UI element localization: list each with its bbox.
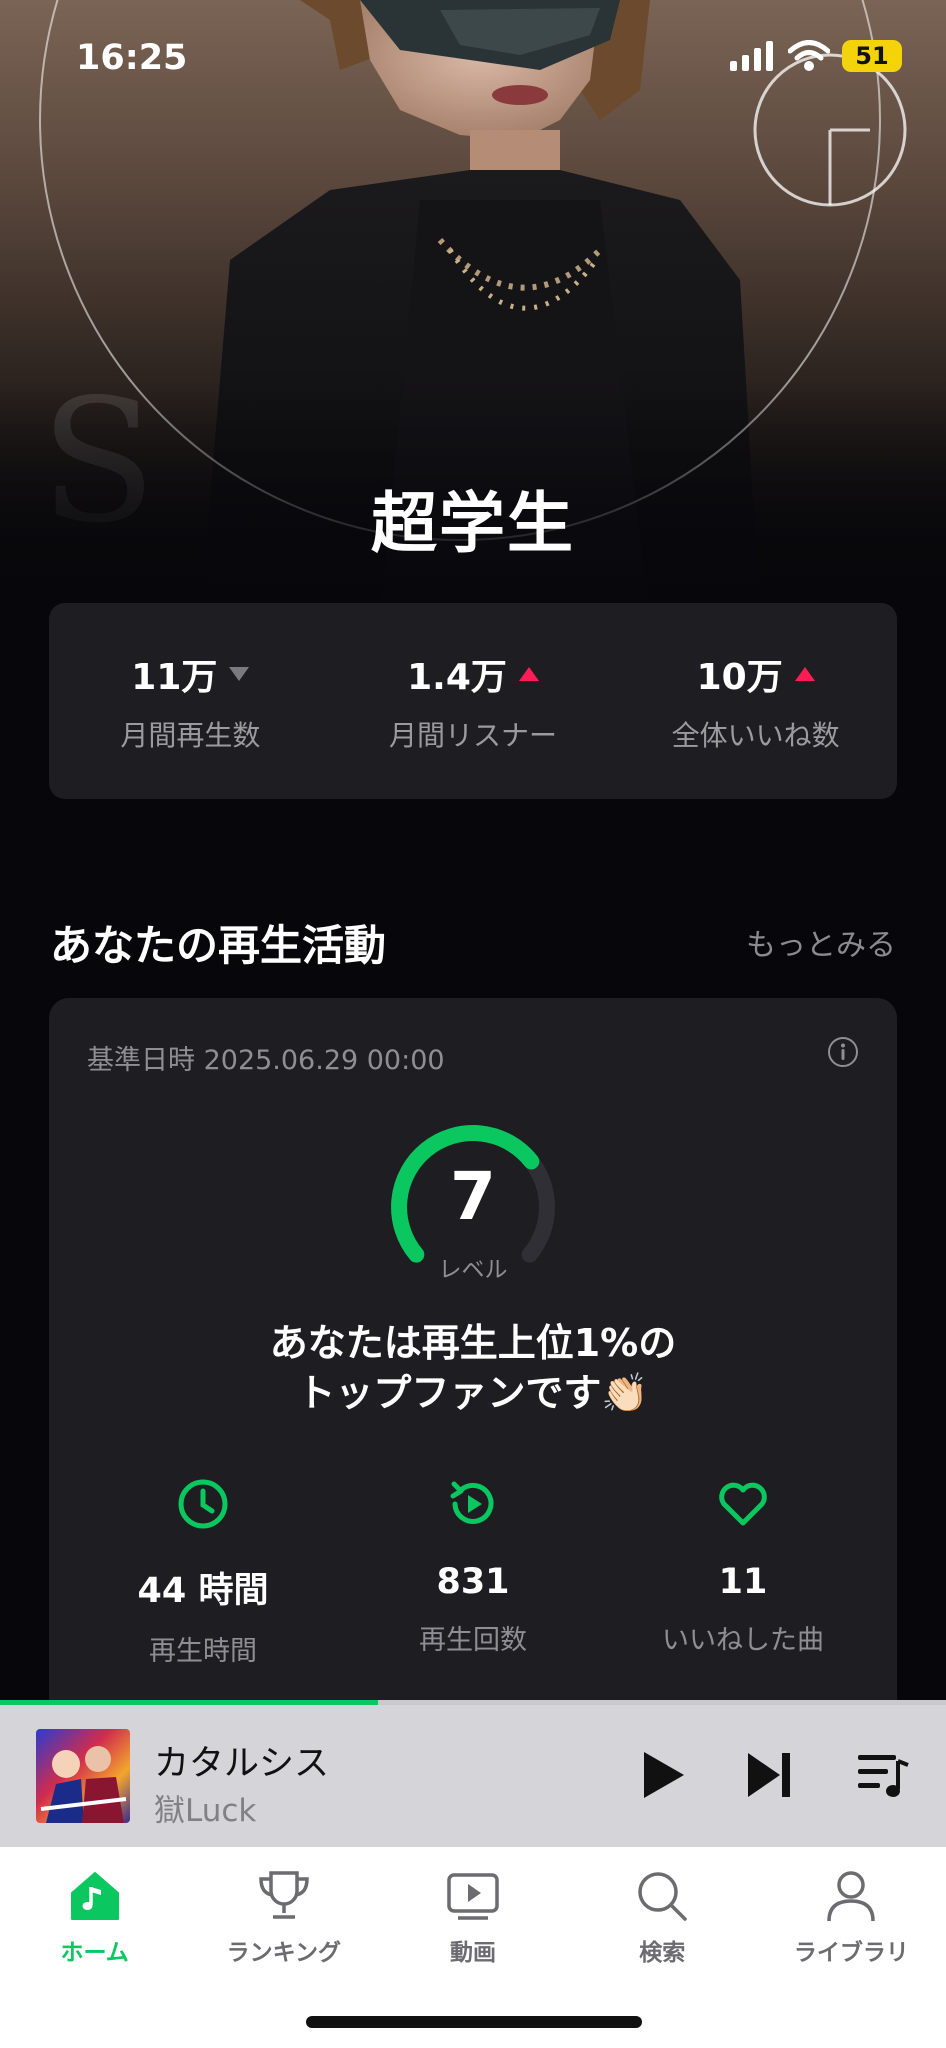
trend-up-icon xyxy=(518,667,539,681)
song-title: カタルシス xyxy=(154,1744,330,1784)
stat-value: 1.4万 xyxy=(407,657,507,698)
album-art-image xyxy=(40,1746,127,1823)
metric-label: いいねした曲 xyxy=(662,1625,824,1656)
mini-player[interactable]: カタルシス 獄Luck xyxy=(0,1705,946,1847)
stat-label: 全体いいね数 xyxy=(671,719,840,752)
heart-icon xyxy=(719,1482,767,1526)
trend-down-icon xyxy=(229,667,250,681)
message-line: トップファンです👏🏻 xyxy=(297,1371,649,1415)
song-artist: 獄Luck xyxy=(154,1793,257,1829)
see-more-link[interactable]: もっとみる xyxy=(746,920,896,964)
tab-label: ランキング xyxy=(226,1940,341,1966)
artist-name: 超学生 xyxy=(371,485,575,562)
stat-label: 月間リスナー xyxy=(389,719,558,752)
tab-label: ライブラリ xyxy=(793,1940,909,1966)
trend-up-icon xyxy=(794,667,815,681)
tab-library[interactable]: ライブラリ xyxy=(757,1847,946,2048)
top-fan-message: あなたは再生上位1%の トップファンです👏🏻 xyxy=(49,1318,897,1418)
stat-total-likes: 10万 全体いいね数 xyxy=(614,603,897,799)
base-date: 基準日時 2025.06.29 00:00 xyxy=(87,1045,445,1076)
metric-value: 11 xyxy=(718,1562,768,1602)
profile-icon xyxy=(827,1871,876,1922)
metric-label: 再生回数 xyxy=(419,1625,527,1656)
tab-home[interactable]: ホーム xyxy=(0,1847,189,2048)
status-icons: 51 xyxy=(730,40,902,72)
battery-indicator: 51 xyxy=(842,40,902,72)
album-art[interactable] xyxy=(36,1729,130,1823)
stat-label: 月間再生数 xyxy=(120,719,261,752)
cellular-signal-icon xyxy=(730,41,773,71)
metric-label: 再生時間 xyxy=(149,1636,257,1667)
trophy-icon xyxy=(259,1871,309,1919)
status-time: 16:25 xyxy=(76,38,188,78)
info-icon[interactable] xyxy=(827,1036,859,1068)
stat-value: 11万 xyxy=(131,657,218,698)
clock-icon xyxy=(178,1479,228,1529)
metric-liked-songs: 11 いいねした曲 xyxy=(603,1476,883,1657)
play-activity-card[interactable]: 基準日時 2025.06.29 00:00 7 レベル あなたは再生上位1%の … xyxy=(49,998,897,1738)
search-icon xyxy=(638,1872,687,1921)
metric-play-count: 831 再生回数 xyxy=(333,1476,613,1657)
metric-play-time: 44 時間 再生時間 xyxy=(63,1476,343,1668)
stat-monthly-plays: 11万 月間再生数 xyxy=(49,603,332,799)
stat-monthly-listeners: 1.4万 月間リスナー xyxy=(332,603,615,799)
artist-hero: S 16:25 51 超学生 xyxy=(0,0,946,620)
artist-stats-card: 11万 月間再生数 1.4万 月間リスナー 10万 全体いいね数 xyxy=(49,603,897,799)
home-icon xyxy=(70,1872,119,1920)
level-label: レベル xyxy=(438,1257,508,1283)
play-button[interactable] xyxy=(634,1747,690,1803)
wifi-icon xyxy=(788,40,830,71)
stat-value: 10万 xyxy=(696,657,783,698)
level-number: 7 xyxy=(450,1158,496,1235)
tab-label: ホーム xyxy=(60,1940,129,1966)
message-line: あなたは再生上位1%の xyxy=(269,1321,677,1365)
metric-value: 44 時間 xyxy=(137,1571,269,1611)
section-title: あなたの再生活動 xyxy=(50,921,387,970)
queue-button[interactable] xyxy=(856,1747,912,1803)
video-icon xyxy=(447,1873,499,1920)
tab-label: 動画 xyxy=(450,1940,496,1966)
tab-label: 検索 xyxy=(639,1940,686,1966)
metric-value: 831 xyxy=(436,1562,510,1602)
next-track-button[interactable] xyxy=(742,1747,798,1803)
home-indicator xyxy=(306,2016,642,2028)
replay-icon xyxy=(450,1481,494,1524)
